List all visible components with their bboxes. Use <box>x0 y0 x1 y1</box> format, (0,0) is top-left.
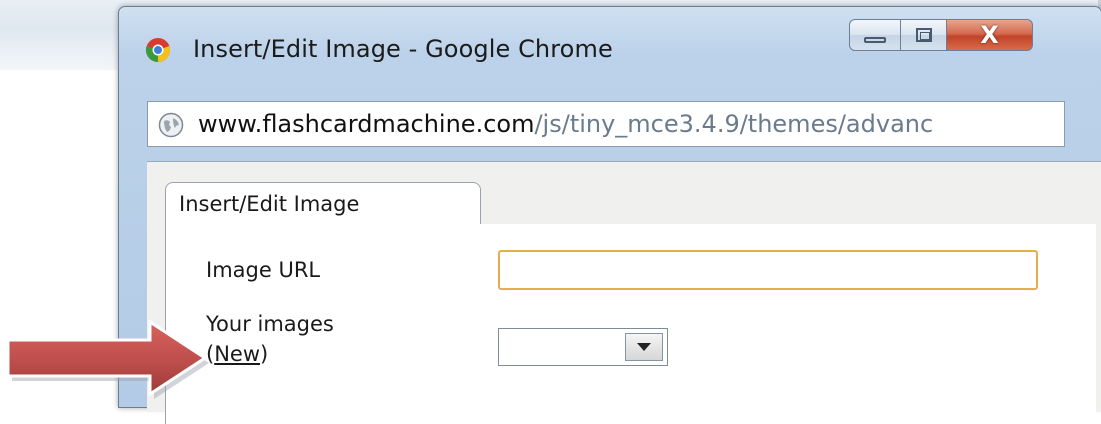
window-controls: X <box>849 19 1033 55</box>
chevron-down-icon <box>637 343 651 351</box>
globe-icon <box>158 112 184 138</box>
tab-strip: Insert/Edit Image <box>165 182 1095 225</box>
image-url-input[interactable] <box>498 250 1038 290</box>
chrome-logo-icon <box>145 38 171 63</box>
dialog-content: Insert/Edit Image Image URL Your images … <box>147 161 1101 424</box>
your-images-select[interactable] <box>498 328 668 366</box>
close-button[interactable]: X <box>947 19 1033 51</box>
window-title: Insert/Edit Image - Google Chrome <box>193 35 613 63</box>
address-bar[interactable]: www.flashcardmachine.com/js/tiny_mce3.4.… <box>147 101 1065 147</box>
maximize-button[interactable] <box>901 19 947 51</box>
title-bar[interactable]: Insert/Edit Image - Google Chrome X <box>119 7 1101 85</box>
minimize-button[interactable] <box>849 19 901 51</box>
maximize-icon <box>915 28 932 42</box>
tab-insert-edit-image[interactable]: Insert/Edit Image <box>165 182 481 224</box>
new-link-close-paren: ) <box>260 342 269 366</box>
red-arrow-icon <box>6 319 209 399</box>
image-url-label: Image URL <box>206 258 321 282</box>
tab-label: Insert/Edit Image <box>179 192 360 216</box>
minimize-icon <box>864 37 886 43</box>
url-path: /js/tiny_mce3.4.9/themes/advanc <box>534 110 934 138</box>
chrome-popup-window: Insert/Edit Image - Google Chrome X www.… <box>118 6 1101 424</box>
close-icon: X <box>980 21 999 49</box>
general-panel: Image URL Your images (New) <box>165 224 1096 424</box>
url-text: www.flashcardmachine.com/js/tiny_mce3.4.… <box>198 110 1058 138</box>
dropdown-button[interactable] <box>625 333 663 361</box>
url-host: www.flashcardmachine.com <box>198 110 535 138</box>
